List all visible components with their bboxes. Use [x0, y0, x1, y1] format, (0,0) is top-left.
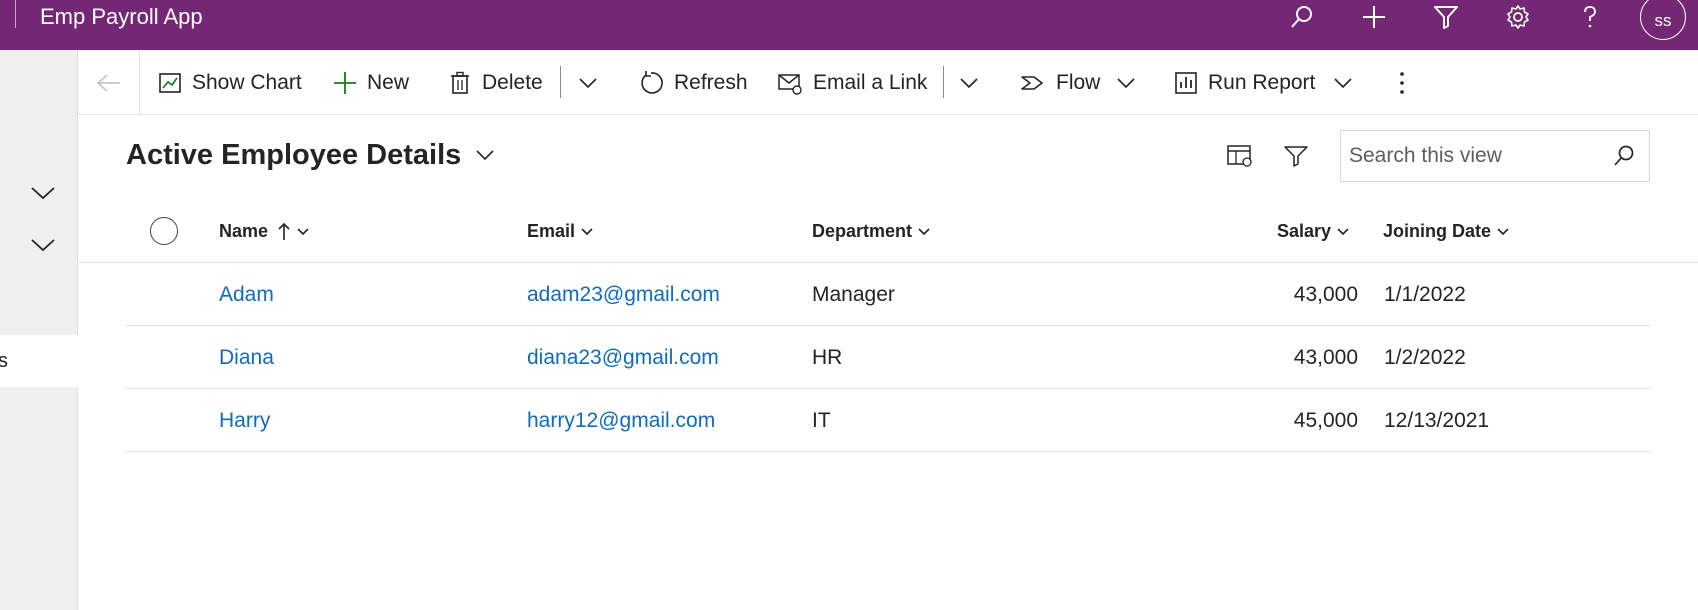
new-label: New [367, 70, 410, 94]
command-separator [560, 66, 561, 98]
gear-icon[interactable] [1498, 0, 1538, 34]
column-header-name[interactable]: Name [219, 200, 310, 263]
nav-item-label: s [0, 350, 8, 372]
grid-header: Name Email Department Salary Joining Dat… [78, 200, 1698, 263]
cell-department: IT [812, 408, 831, 432]
delete-button[interactable]: Delete [448, 50, 543, 115]
chevron-down-icon [1117, 77, 1135, 88]
chevron-down-icon[interactable] [28, 182, 58, 204]
search-box [1340, 130, 1650, 182]
email-link-button[interactable]: Email a Link [777, 50, 927, 115]
trash-icon [451, 71, 469, 94]
column-header-label: Department [812, 221, 913, 241]
chevron-down-icon [476, 150, 494, 161]
column-header-joining-date[interactable]: Joining Date [1383, 200, 1510, 263]
command-bar: Show Chart New Delete Refresh Email a Li… [78, 50, 1698, 115]
column-header-label: Name [219, 221, 269, 241]
cell-name[interactable]: Diana [219, 326, 274, 389]
table-row[interactable]: Adam adam23@gmail.com Manager 43,000 1/1… [126, 263, 1650, 326]
chart-icon [159, 72, 181, 93]
column-header-department[interactable]: Department [812, 200, 931, 263]
table-row[interactable]: Harry harry12@gmail.com IT 45,000 12/13/… [126, 389, 1650, 452]
more-vertical-icon [1400, 71, 1404, 94]
run-report-dropdown-button[interactable] [1333, 50, 1363, 115]
filter-icon[interactable] [1426, 0, 1466, 34]
email-link-icon [778, 73, 802, 95]
column-header-email[interactable]: Email [527, 200, 594, 263]
chevron-down-icon [1337, 227, 1349, 235]
table-row[interactable]: Diana diana23@gmail.com HR 43,000 1/2/20… [126, 326, 1650, 389]
chevron-down-icon [297, 227, 309, 235]
refresh-label: Refresh [674, 70, 748, 94]
column-header-label: Email [527, 221, 576, 241]
plus-icon [334, 71, 356, 94]
column-header-salary[interactable]: Salary [1277, 200, 1350, 263]
app-header-bar: Emp Payroll App SS [0, 0, 1698, 50]
search-input[interactable] [1349, 139, 1599, 173]
cell-email[interactable]: diana23@gmail.com [527, 326, 719, 389]
flow-label: Flow [1056, 70, 1101, 94]
run-report-label: Run Report [1208, 70, 1316, 94]
search-icon[interactable] [1607, 139, 1641, 173]
delete-label: Delete [482, 70, 543, 94]
view-selector[interactable]: Active Employee Details [126, 130, 495, 180]
view-title: Active Employee Details [126, 138, 462, 171]
chevron-down-icon[interactable] [28, 234, 58, 256]
more-email-options-button[interactable] [959, 50, 989, 115]
chevron-down-icon [1334, 77, 1352, 88]
column-header-label: Joining Date [1383, 221, 1492, 241]
user-avatar[interactable]: SS [1640, 0, 1686, 40]
cell-joining-date: 1/2/2022 [1384, 345, 1466, 369]
email-link-label: Email a Link [813, 70, 928, 94]
cell-email[interactable]: adam23@gmail.com [527, 263, 720, 326]
cell-salary: 43,000 [1293, 282, 1358, 306]
show-chart-button[interactable]: Show Chart [158, 50, 302, 115]
cell-joining-date: 12/13/2021 [1384, 408, 1490, 432]
cell-department: HR [812, 345, 843, 369]
cell-salary: 43,000 [1293, 345, 1358, 369]
cell-name[interactable]: Harry [219, 389, 270, 452]
search-icon[interactable] [1282, 0, 1322, 34]
flow-icon [1021, 75, 1043, 90]
cell-department: Manager [812, 282, 895, 306]
sort-ascending-icon [278, 222, 290, 240]
cell-email[interactable]: harry12@gmail.com [527, 389, 715, 452]
filter-icon [1284, 146, 1308, 167]
app-title[interactable]: Emp Payroll App [40, 4, 203, 30]
back-button[interactable] [78, 50, 140, 115]
more-commands-button[interactable] [1396, 50, 1418, 115]
nav-item-selected[interactable]: s [0, 335, 78, 387]
more-delete-options-button[interactable] [578, 50, 608, 115]
column-header-label: Salary [1277, 221, 1332, 241]
report-icon [1175, 71, 1197, 94]
header-divider [15, 0, 16, 28]
chevron-down-icon [579, 77, 597, 88]
flow-button[interactable]: Flow [1020, 50, 1100, 115]
command-separator [943, 66, 944, 98]
refresh-icon [641, 70, 663, 94]
edit-columns-button[interactable] [1220, 136, 1260, 176]
cell-salary: 45,000 [1293, 408, 1358, 432]
select-all-checkbox[interactable] [150, 217, 178, 245]
help-icon[interactable] [1570, 0, 1610, 34]
edit-columns-icon [1227, 145, 1252, 167]
chevron-down-icon [918, 227, 930, 235]
new-button[interactable]: New [333, 50, 409, 115]
cell-joining-date: 1/1/2022 [1384, 282, 1466, 306]
plus-icon[interactable] [1354, 0, 1394, 34]
filter-view-button[interactable] [1276, 136, 1316, 176]
show-chart-label: Show Chart [192, 70, 302, 94]
run-report-button[interactable]: Run Report [1174, 50, 1315, 115]
cell-name[interactable]: Adam [219, 263, 274, 326]
chevron-down-icon [960, 77, 978, 88]
chevron-down-icon [1497, 227, 1509, 235]
flow-dropdown-button[interactable] [1116, 50, 1146, 115]
chevron-down-icon [581, 227, 593, 235]
refresh-button[interactable]: Refresh [638, 50, 748, 115]
left-navigation: s [0, 50, 78, 610]
